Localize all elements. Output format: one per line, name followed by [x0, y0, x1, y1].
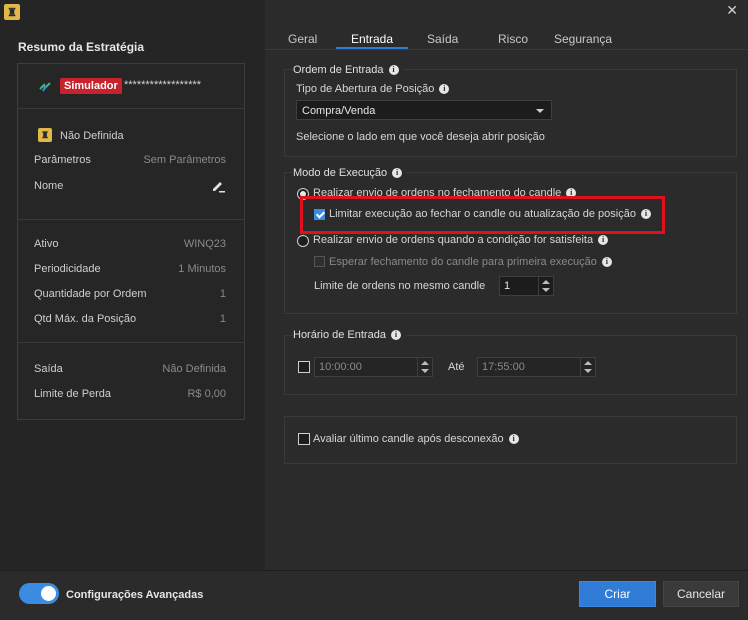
envio-fechamento-label: Realizar envio de ordens no fechamento d…	[313, 187, 562, 196]
esperar-fechamento-label: Esperar fechamento do candle para primei…	[329, 256, 597, 268]
row-label-limite-perda: Limite de Perda	[34, 388, 112, 400]
tipo-abertura-hint: Selecione o lado em que você deseja abri…	[296, 131, 545, 143]
limite-ordens-value: 1	[504, 280, 511, 292]
summary-card: Simulador ****************** ♜ Não Defin…	[17, 63, 245, 420]
esperar-fechamento-label-wrap: Esperar fechamento do candle para primei…	[329, 256, 612, 268]
checkbox-avaliar-candle[interactable]	[298, 433, 310, 445]
tab-geral[interactable]: Geral	[288, 32, 317, 46]
advanced-settings-toggle[interactable]	[19, 583, 59, 604]
tipo-abertura-label-wrap: Tipo de Abertura de Posição i	[296, 83, 450, 95]
info-icon[interactable]: i	[640, 209, 651, 220]
avaliar-candle-label-wrap: Avaliar último candle após desconexão i	[313, 433, 519, 445]
row-value-params: Sem Parâmetros	[143, 154, 226, 166]
horario-entrada-title: Horário de Entrada	[293, 329, 386, 341]
limite-ordens-stepper[interactable]: 1	[499, 276, 554, 296]
stepper-arrows-icon[interactable]	[538, 277, 553, 295]
info-icon[interactable]: i	[390, 330, 401, 341]
tipo-abertura-label: Tipo de Abertura de Posição	[296, 83, 435, 95]
info-icon[interactable]: i	[598, 235, 609, 246]
strategy-status: Não Definida	[60, 130, 124, 142]
info-icon[interactable]: i	[508, 434, 519, 445]
create-button[interactable]: Criar	[579, 581, 656, 607]
account-flash-icon	[39, 82, 51, 92]
avaliar-candle-label: Avaliar último candle após desconexão	[313, 433, 504, 445]
edit-name-pencil-icon[interactable]	[210, 179, 226, 193]
row-value-limite-perda: R$ 0,00	[187, 388, 226, 400]
cancel-button[interactable]: Cancelar	[663, 581, 739, 607]
tab-risco[interactable]: Risco	[498, 32, 528, 46]
active-tab-indicator	[336, 47, 408, 49]
limitar-execucao-label-wrap: Limitar execução ao fechar o candle ou a…	[329, 208, 651, 220]
horario-inicio-input[interactable]: 10:00:00	[314, 357, 433, 377]
row-value-periodicidade: 1 Minutos	[178, 263, 226, 275]
summary-title: Resumo da Estratégia	[18, 40, 145, 54]
info-icon[interactable]: i	[392, 168, 403, 179]
checkbox-esperar-fechamento[interactable]	[314, 256, 325, 267]
limite-ordens-label: Limite de ordens no mesmo candle	[314, 280, 486, 292]
stepper-arrows-icon[interactable]	[580, 358, 595, 376]
app-logo-icon: ♜	[4, 4, 20, 20]
strategy-icon: ♜	[38, 128, 52, 142]
close-icon[interactable]: ✕	[726, 2, 738, 19]
account-masked: ******************	[124, 79, 202, 91]
row-label-saida: Saída	[34, 363, 63, 375]
tab-entrada[interactable]: Entrada	[351, 32, 393, 46]
divider	[18, 342, 244, 343]
row-label-periodicidade: Periodicidade	[34, 263, 101, 275]
tab-divider	[265, 49, 748, 50]
horario-fim-input[interactable]: 17:55:00	[477, 357, 596, 377]
chevron-down-icon	[536, 109, 544, 113]
radio-envio-condicao[interactable]	[297, 235, 309, 247]
row-label-qtd-ordem: Quantidade por Ordem	[34, 288, 147, 300]
simulator-badge: Simulador	[60, 78, 122, 94]
row-value-ativo: WINQ23	[183, 238, 226, 250]
row-label-params: Parâmetros	[34, 154, 91, 166]
tab-seguranca[interactable]: Segurança	[554, 32, 612, 46]
tipo-abertura-value: Compra/Venda	[302, 105, 376, 117]
group-title-ordem-entrada: Ordem de Entrada i	[293, 64, 403, 76]
info-icon[interactable]: i	[601, 257, 612, 268]
row-value-saida: Não Definida	[162, 363, 226, 375]
envio-condicao-label: Realizar envio de ordens quando a condiç…	[313, 234, 594, 246]
ordem-entrada-title: Ordem de Entrada	[293, 64, 384, 76]
info-icon[interactable]: i	[388, 65, 399, 76]
horario-fim-value: 17:55:00	[482, 361, 525, 373]
info-icon[interactable]: i	[439, 84, 450, 95]
envio-fechamento-label-wrap: Realizar envio de ordens no fechamento d…	[313, 187, 577, 196]
ate-label: Até	[448, 361, 465, 373]
envio-condicao-label-wrap: Realizar envio de ordens quando a condiç…	[313, 234, 609, 246]
checkbox-horario-entrada[interactable]	[298, 361, 310, 373]
divider	[18, 108, 244, 109]
row-label-ativo: Ativo	[34, 238, 59, 250]
checkbox-limitar-execucao[interactable]	[314, 209, 325, 220]
row-label-qtd-max: Qtd Máx. da Posição	[34, 313, 137, 325]
divider	[18, 219, 244, 220]
tab-saida[interactable]: Saída	[427, 32, 458, 46]
stepper-arrows-icon[interactable]	[417, 358, 432, 376]
info-icon[interactable]: i	[566, 188, 577, 196]
limitar-execucao-label: Limitar execução ao fechar o candle ou a…	[329, 208, 636, 220]
row-value-qtd-max: 1	[219, 313, 226, 325]
row-label-name: Nome	[34, 180, 64, 192]
group-title-horario-entrada: Horário de Entrada i	[293, 329, 405, 341]
horario-inicio-value: 10:00:00	[319, 361, 362, 373]
row-value-qtd-ordem: 1	[219, 288, 226, 300]
summary-panel: ♜ Resumo da Estratégia Simulador *******…	[0, 0, 265, 570]
tipo-abertura-select[interactable]: Compra/Venda	[296, 100, 552, 120]
modo-execucao-title: Modo de Execução	[293, 167, 388, 179]
advanced-settings-label: Configurações Avançadas	[66, 589, 204, 601]
group-title-modo-execucao: Modo de Execução i	[293, 167, 407, 179]
